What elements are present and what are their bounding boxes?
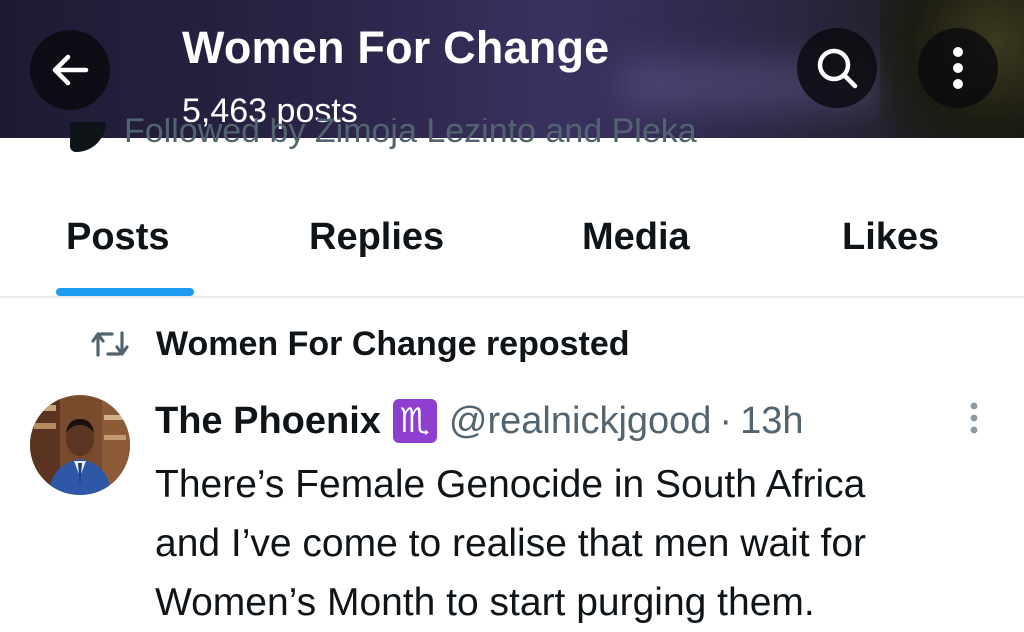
search-icon <box>817 48 858 89</box>
tweet-text[interactable]: There’s Female Genocide in South Africa … <box>155 455 1005 632</box>
repost-label: Women For Change reposted <box>156 324 630 363</box>
separator: · <box>719 399 733 442</box>
repost-icon <box>91 331 129 357</box>
post-time[interactable]: 13h <box>740 400 803 443</box>
tweet-more-icon[interactable] <box>962 398 986 438</box>
tab-likes[interactable]: Likes <box>842 216 939 276</box>
active-tab-indicator <box>56 288 194 296</box>
profile-photo <box>30 395 130 495</box>
tab-posts[interactable]: Posts <box>66 216 169 276</box>
tweet-text-line: There’s Female Genocide in South Africa <box>155 463 866 506</box>
more-options-button[interactable] <box>918 28 998 108</box>
author-handle[interactable]: @realnickjgood <box>449 400 712 443</box>
arrow-left-icon <box>52 54 89 86</box>
scorpio-emoji: ♏ <box>392 399 437 443</box>
back-button[interactable] <box>30 30 110 110</box>
tab-media[interactable]: Media <box>582 216 690 276</box>
page-title: Women For Change <box>182 22 610 73</box>
author-name[interactable]: The Phoenix <box>155 400 381 443</box>
followed-by-text: Followed by Zimoja Lezinto and Pleka <box>124 118 697 150</box>
followed-by-row[interactable]: Followed by Zimoja Lezinto and Pleka <box>70 118 697 152</box>
repost-context[interactable]: Women For Change reposted <box>90 322 630 366</box>
avatar[interactable] <box>30 395 130 495</box>
profile-tabs: Posts Replies Media Likes <box>0 196 1024 298</box>
more-vertical-icon <box>953 47 963 89</box>
tab-replies[interactable]: Replies <box>309 216 444 276</box>
tweet-text-line: and I’ve come to realise that men wait f… <box>155 522 867 565</box>
follower-avatar <box>70 122 106 152</box>
search-button[interactable] <box>797 28 877 108</box>
tweet-text-line: Women’s Month to start purging them. <box>155 581 815 624</box>
tweet-header: The Phoenix ♏ @realnickjgood · 13h <box>155 396 803 446</box>
